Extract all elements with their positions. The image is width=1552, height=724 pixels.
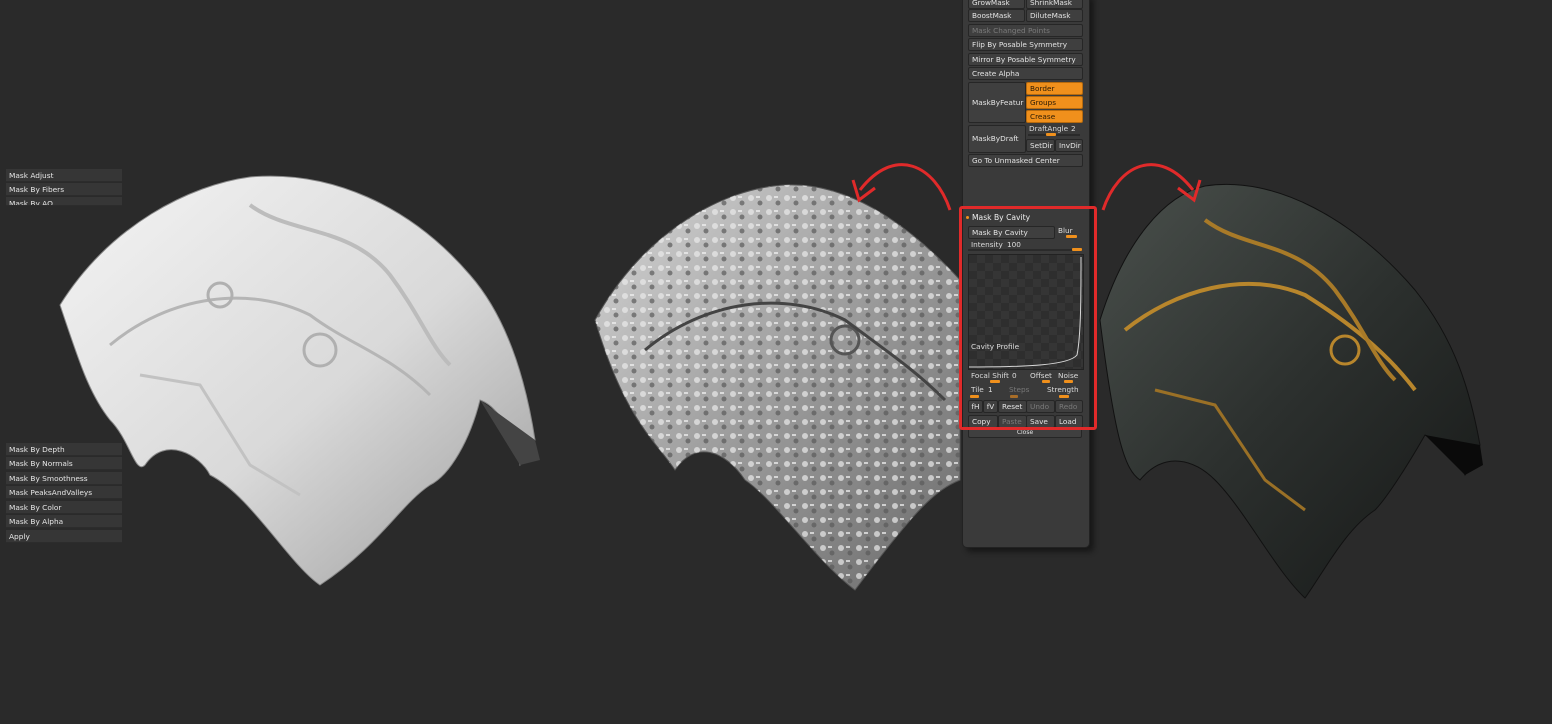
subpalette-mask-peaks-valleys[interactable]: Mask PeaksAndValleys	[6, 486, 122, 499]
invdir-button[interactable]: InvDir	[1055, 139, 1083, 152]
subpalette-mask-by-alpha[interactable]: Mask By Alpha	[6, 515, 122, 528]
subpalette-mask-by-fibers[interactable]: Mask By Fibers	[6, 183, 122, 196]
crease-toggle[interactable]: Crease	[1026, 110, 1083, 123]
dilutemask-button[interactable]: DiluteMask	[1026, 9, 1083, 22]
cavity-masked-model	[594, 184, 961, 591]
subpalette-mask-by-depth[interactable]: Mask By Depth	[6, 443, 122, 456]
groups-toggle[interactable]: Groups	[1026, 96, 1083, 109]
boostmask-button[interactable]: BoostMask	[968, 9, 1025, 22]
textured-metal-model	[1099, 183, 1483, 599]
subpalette-mask-by-smoothness[interactable]: Mask By Smoothness	[6, 472, 122, 485]
border-toggle[interactable]: Border	[1026, 82, 1083, 95]
mask-by-features-button[interactable]: MaskByFeatur	[968, 82, 1026, 123]
subpalette-mask-adjust[interactable]: Mask Adjust	[6, 169, 122, 182]
create-alpha-button[interactable]: Create Alpha	[968, 67, 1083, 80]
subpalette-mask-by-normals[interactable]: Mask By Normals	[6, 457, 122, 470]
mask-by-draft-button[interactable]: MaskByDraft	[968, 125, 1026, 153]
clay-model-white	[59, 175, 540, 586]
setdir-button[interactable]: SetDir	[1026, 139, 1055, 152]
cavity-highlight-frame	[959, 206, 1097, 430]
draft-angle-knob[interactable]	[1046, 133, 1056, 136]
growmask-button[interactable]: GrowMask	[968, 0, 1025, 9]
subpalette-apply[interactable]: Apply	[6, 530, 122, 543]
viewport: GrowMask ShrinkMask BoostMask DiluteMask…	[0, 0, 1552, 724]
draft-angle-value: 2	[1071, 124, 1076, 133]
subpalette-mask-by-color[interactable]: Mask By Color	[6, 501, 122, 514]
arrow-left-icon	[851, 163, 952, 211]
go-to-unmasked-center-button[interactable]: Go To Unmasked Center	[968, 154, 1083, 167]
flip-posable-symmetry-button[interactable]: Flip By Posable Symmetry	[968, 38, 1083, 51]
subpalette-mask-by-ao[interactable]: Mask By AO	[6, 197, 122, 206]
shrinkmask-button[interactable]: ShrinkMask	[1026, 0, 1083, 9]
mirror-posable-symmetry-button[interactable]: Mirror By Posable Symmetry	[968, 53, 1083, 66]
mask-changed-points-button[interactable]: Mask Changed Points	[968, 24, 1083, 37]
draft-angle-label: DraftAngle	[1029, 124, 1069, 133]
arrow-right-icon	[1101, 163, 1202, 211]
